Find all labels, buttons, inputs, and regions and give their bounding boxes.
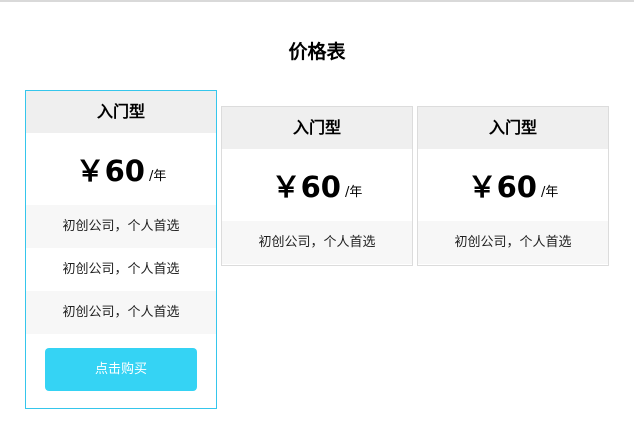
price-amount: ￥60 <box>467 170 537 204</box>
top-divider <box>0 0 634 2</box>
pricing-card-starter-highlighted: 入门型 ￥60 /年 初创公司，个人首选 初创公司，个人首选 初创公司，个人首选… <box>25 90 217 409</box>
plan-name: 入门型 <box>222 107 412 149</box>
price-amount: ￥60 <box>271 170 341 204</box>
price-unit: /年 <box>344 184 363 200</box>
plan-name: 入门型 <box>26 91 216 133</box>
feature-item: 初创公司，个人首选 <box>222 221 412 264</box>
feature-item: 初创公司，个人首选 <box>418 221 608 264</box>
plan-price: ￥60 /年 <box>26 133 216 205</box>
plan-price: ￥60 /年 <box>222 149 412 221</box>
plan-name: 入门型 <box>418 107 608 149</box>
page-title: 价格表 <box>288 41 346 63</box>
price-unit: /年 <box>540 184 559 200</box>
feature-item: 初创公司，个人首选 <box>26 291 216 334</box>
buy-button[interactable]: 点击购买 <box>45 348 197 391</box>
price-unit: /年 <box>148 168 167 184</box>
price-amount: ￥60 <box>75 154 145 188</box>
feature-item: 初创公司，个人首选 <box>26 205 216 248</box>
plan-price: ￥60 /年 <box>418 149 608 221</box>
pricing-card-starter: 入门型 ￥60 /年 初创公司，个人首选 <box>221 106 413 266</box>
pricing-card-starter: 入门型 ￥60 /年 初创公司，个人首选 <box>417 106 609 266</box>
feature-item: 初创公司，个人首选 <box>62 262 180 277</box>
